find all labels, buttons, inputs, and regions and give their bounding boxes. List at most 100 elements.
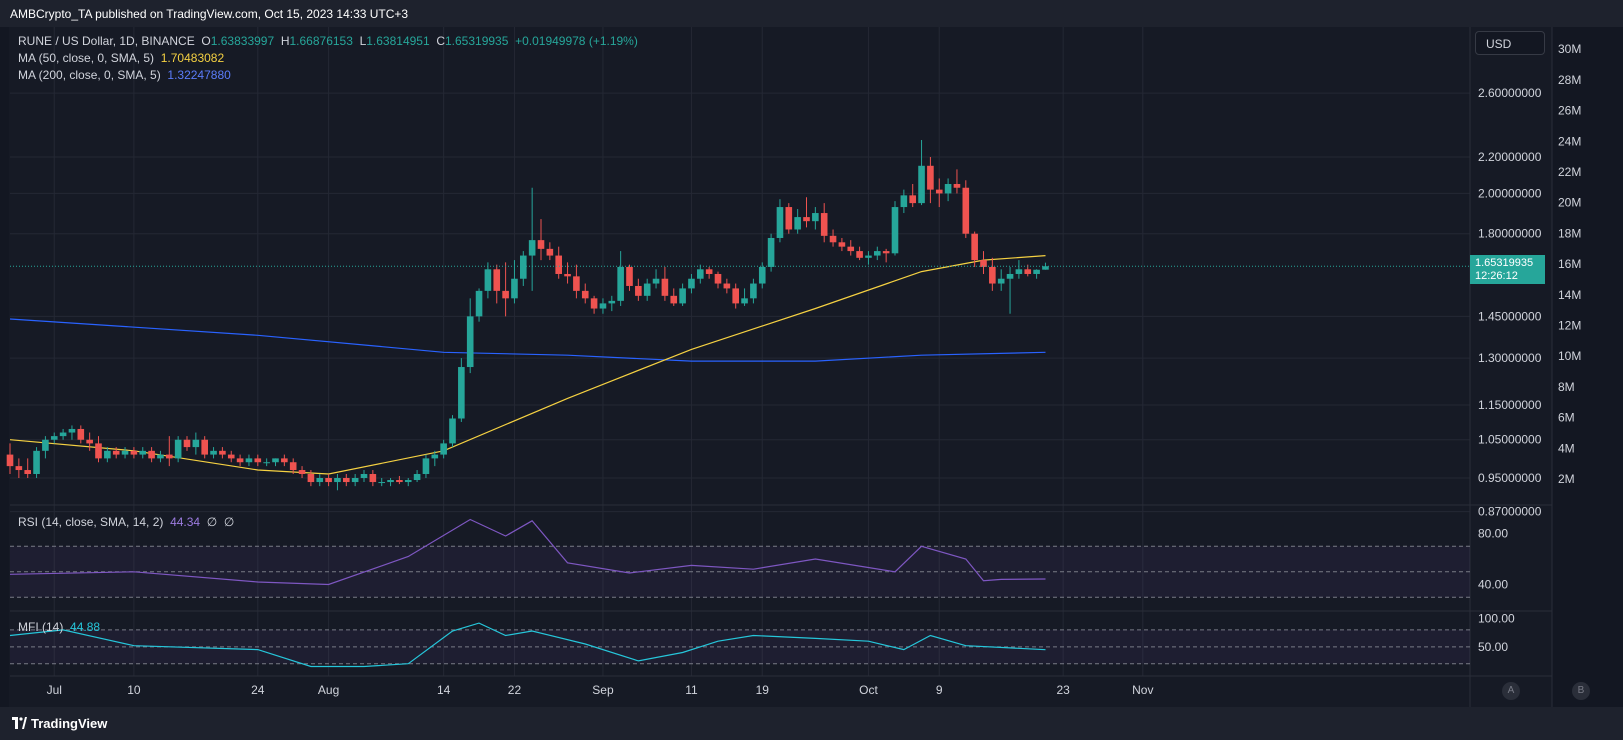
candle-body bbox=[201, 439, 208, 455]
candle-down bbox=[343, 473, 350, 487]
candle-up bbox=[776, 199, 784, 243]
ma50-legend[interactable]: MA (50, close, 0, SMA, 5) 1.70483082 bbox=[18, 51, 224, 65]
candle-body bbox=[909, 195, 916, 204]
candle-body bbox=[24, 470, 31, 474]
candle-body bbox=[590, 298, 598, 309]
chart-canvas[interactable]: 0.87000000 0.95000000 1.05000000 1.15000000… bbox=[0, 0, 1623, 740]
candle-up bbox=[263, 458, 270, 467]
candle-body bbox=[298, 470, 306, 474]
symbol-label[interactable]: RUNE / US Dollar, 1D, BINANCE bbox=[18, 34, 195, 48]
candle-up bbox=[528, 187, 536, 291]
mfi-legend[interactable]: MFI (14) 44.88 bbox=[18, 620, 100, 634]
candle-up bbox=[174, 436, 182, 463]
candle-up bbox=[679, 283, 686, 306]
rsi-value: 44.34 bbox=[170, 515, 201, 529]
candle-body bbox=[343, 478, 350, 483]
candle-body bbox=[882, 251, 890, 254]
candle-body bbox=[670, 295, 678, 304]
candle-body bbox=[130, 450, 138, 455]
candle-up bbox=[360, 470, 368, 483]
candle-up bbox=[608, 295, 616, 312]
candle-down bbox=[980, 251, 987, 274]
candle-body bbox=[86, 439, 93, 444]
candle-down bbox=[130, 447, 138, 459]
time-tick-label: 24 bbox=[251, 683, 265, 697]
candle-body bbox=[104, 450, 111, 459]
candle-body bbox=[652, 278, 660, 284]
candle-down bbox=[635, 278, 642, 301]
candle-body bbox=[254, 458, 262, 463]
candle-body bbox=[732, 288, 739, 304]
mfi-pane bbox=[9, 622, 1470, 668]
candle-body bbox=[68, 428, 76, 433]
candle-body bbox=[723, 283, 731, 289]
price-tick-label: 1.15000000 bbox=[1478, 398, 1542, 412]
tradingview-logo[interactable]: TradingView bbox=[12, 716, 107, 731]
candle-down bbox=[581, 283, 589, 304]
candle-body bbox=[555, 255, 562, 274]
candle-down bbox=[714, 271, 722, 289]
candle-down bbox=[847, 240, 855, 256]
candle-down bbox=[166, 436, 173, 467]
candle-up bbox=[33, 447, 40, 478]
candle-body bbox=[847, 246, 855, 252]
candle-down bbox=[77, 425, 85, 444]
price-tick-label: 1.30000000 bbox=[1478, 351, 1542, 365]
high-value: 1.66876153 bbox=[289, 34, 353, 48]
ma200-legend[interactable]: MA (200, close, 0, SMA, 5) 1.32247880 bbox=[18, 68, 231, 82]
volume-tick-label: 30M bbox=[1558, 42, 1581, 56]
candle-body bbox=[458, 367, 465, 419]
candle-body bbox=[803, 217, 810, 222]
rsi-extra-1: ∅ bbox=[206, 515, 218, 529]
candle-down bbox=[661, 266, 669, 301]
volume-tick-label: 14M bbox=[1558, 288, 1581, 302]
candle-body bbox=[174, 439, 182, 459]
ma200-value: 1.32247880 bbox=[167, 68, 231, 82]
time-tick-label: 10 bbox=[127, 683, 141, 697]
price-tick-label: 1.80000000 bbox=[1478, 227, 1542, 241]
candle-body bbox=[971, 233, 978, 261]
candle-body bbox=[918, 165, 925, 204]
rsi-pane bbox=[9, 518, 1470, 598]
volume-tick-label: 6M bbox=[1558, 411, 1575, 425]
time-tick-label: 14 bbox=[437, 683, 451, 697]
candle-down bbox=[564, 262, 571, 284]
tradingview-logo-text: TradingView bbox=[31, 716, 108, 731]
candle-body bbox=[1024, 269, 1032, 274]
candle-up bbox=[643, 278, 651, 301]
currency-button[interactable]: USD bbox=[1475, 31, 1545, 55]
candle-body bbox=[413, 473, 421, 481]
open-value: 1.63833997 bbox=[210, 34, 275, 48]
price-tick-label: 2.60000000 bbox=[1478, 86, 1542, 100]
last-price-value: 1.65319935 bbox=[1475, 257, 1534, 269]
candle-body bbox=[599, 303, 607, 309]
rsi-legend[interactable]: RSI (14, close, SMA, 14, 2) 44.34 ∅ ∅ bbox=[18, 515, 234, 529]
candle-body bbox=[334, 478, 341, 483]
candle-body bbox=[502, 290, 509, 299]
candle-body bbox=[635, 285, 642, 296]
candle-up bbox=[1006, 266, 1014, 314]
candle-down bbox=[281, 454, 288, 467]
candle-body bbox=[281, 458, 288, 463]
mfi-label: MFI (14) bbox=[18, 620, 64, 634]
candle-up bbox=[865, 251, 872, 265]
candle-body bbox=[112, 450, 120, 455]
price-tick-label: 1.05000000 bbox=[1478, 433, 1542, 447]
candle-body bbox=[812, 213, 819, 222]
candle-body bbox=[307, 473, 315, 483]
candle-up bbox=[1033, 269, 1040, 279]
candle-down bbox=[86, 432, 93, 451]
rsi-label: RSI (14, close, SMA, 14, 2) bbox=[18, 515, 164, 529]
candle-body bbox=[219, 450, 226, 455]
candle-body bbox=[351, 478, 359, 483]
candle-body bbox=[387, 480, 394, 483]
low-value: 1.63814951 bbox=[366, 34, 430, 48]
candle-body bbox=[289, 462, 297, 471]
candle-down bbox=[325, 473, 332, 487]
scale-b-button[interactable]: B bbox=[1572, 682, 1590, 700]
candle-body bbox=[750, 283, 757, 299]
candle-body bbox=[369, 473, 377, 483]
auto-scale-button[interactable]: A bbox=[1502, 682, 1520, 700]
candle-body bbox=[183, 439, 191, 448]
candle-down bbox=[183, 436, 191, 451]
